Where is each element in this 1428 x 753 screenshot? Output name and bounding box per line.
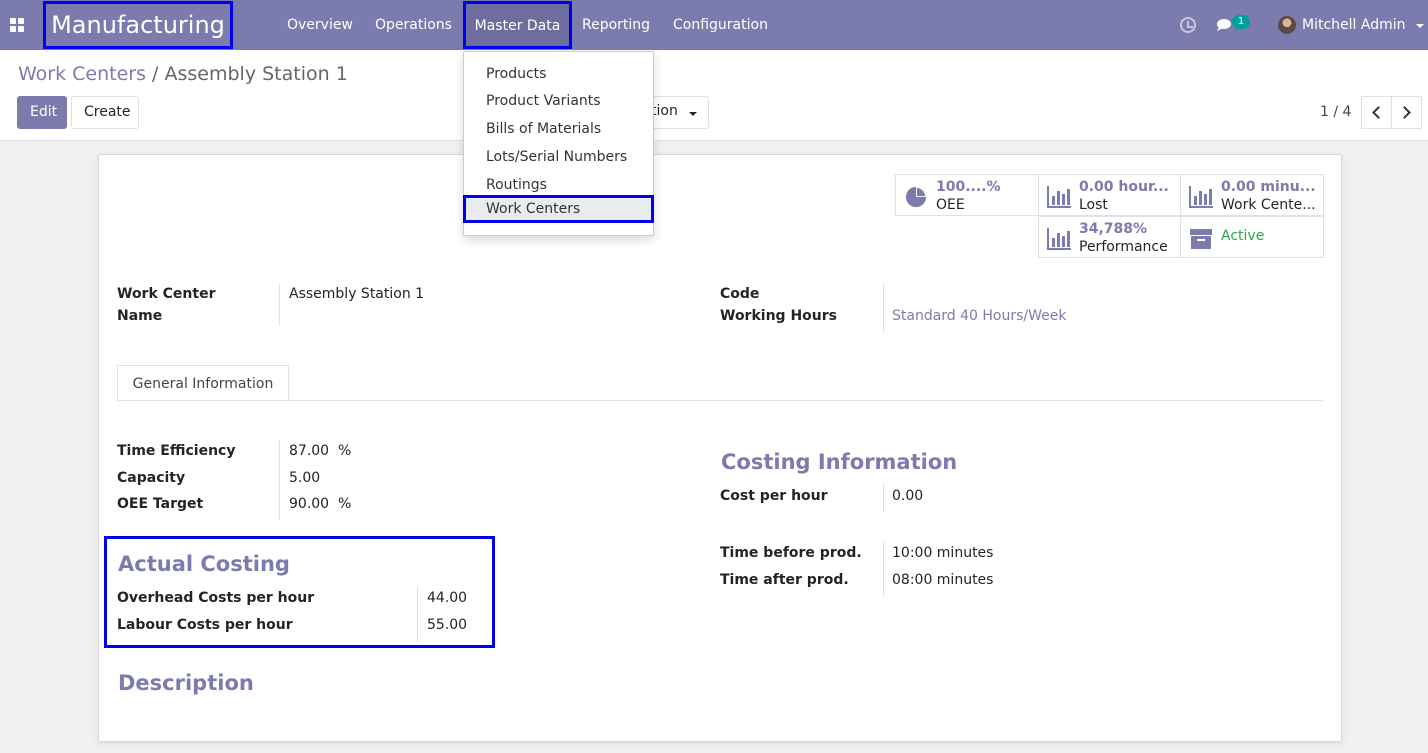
pager-next-button[interactable] xyxy=(1391,96,1422,129)
code-label: Code xyxy=(720,286,760,302)
bar-chart-icon xyxy=(1189,186,1213,208)
control-panel: Work Centers / Assembly Station 1 Edit C… xyxy=(0,50,1428,141)
oee-target-unit: % xyxy=(338,496,352,512)
breadcrumb-parent[interactable]: Work Centers xyxy=(18,63,146,85)
menu-reporting[interactable]: Reporting xyxy=(582,0,650,50)
bar-chart-icon xyxy=(1047,186,1071,208)
oee-stat-button[interactable]: 100....% OEE xyxy=(895,174,1039,216)
app-brand[interactable]: Manufacturing xyxy=(43,1,233,49)
edit-button[interactable]: Edit xyxy=(17,96,67,129)
chevron-right-icon xyxy=(1398,106,1411,119)
breadcrumb: Work Centers / Assembly Station 1 xyxy=(18,63,348,85)
dropdown-item-product-variants[interactable]: Product Variants xyxy=(464,87,653,115)
action-caret-icon xyxy=(689,112,697,116)
activity-clock-icon[interactable] xyxy=(1180,17,1196,33)
avatar[interactable] xyxy=(1278,16,1296,34)
lost-stat-button[interactable]: 0.00 hour... Lost xyxy=(1038,174,1181,216)
field-separator xyxy=(883,284,884,332)
time-before-prod-label: Time before prod. xyxy=(720,545,862,561)
working-hours-link[interactable]: Standard 40 Hours/Week xyxy=(892,308,1067,324)
load-stat-label: Work Cente... xyxy=(1221,197,1316,213)
capacity-value[interactable]: 5.00 xyxy=(289,470,320,486)
breadcrumb-current: Assembly Station 1 xyxy=(164,63,348,85)
dropdown-item-products[interactable]: Products xyxy=(464,60,653,88)
oee-target-value[interactable]: 90.00 xyxy=(289,496,329,512)
time-efficiency-unit: % xyxy=(338,443,352,459)
oee-stat-label: OEE xyxy=(936,197,965,213)
dropdown-item-bills-of-materials[interactable]: Bills of Materials xyxy=(464,115,653,143)
field-separator xyxy=(279,440,280,520)
load-stat-value: 0.00 minu... xyxy=(1221,179,1316,195)
top-navbar: Manufacturing Overview Operations Master… xyxy=(0,0,1428,50)
field-separator xyxy=(417,587,418,642)
time-efficiency-value[interactable]: 87.00 xyxy=(289,443,329,459)
menu-master-data[interactable]: Master Data xyxy=(463,1,572,49)
costing-information-title: Costing Information xyxy=(721,450,958,474)
field-separator xyxy=(883,541,884,596)
pie-chart-icon xyxy=(905,186,927,208)
master-data-dropdown: Products Product Variants Bills of Mater… xyxy=(463,51,654,236)
work-center-name-label-line2: Name xyxy=(117,308,163,324)
performance-stat-label: Performance xyxy=(1079,239,1168,255)
active-toggle-button[interactable]: Active xyxy=(1180,216,1324,258)
bar-chart-icon xyxy=(1047,228,1071,250)
chevron-left-icon xyxy=(1372,106,1385,119)
performance-stat-value: 34,788% xyxy=(1079,221,1148,237)
time-after-prod-value[interactable]: 08:00 minutes xyxy=(892,572,993,588)
field-separator xyxy=(883,484,884,512)
lost-stat-label: Lost xyxy=(1079,197,1108,213)
dropdown-item-work-centers[interactable]: Work Centers xyxy=(463,195,654,223)
performance-stat-button[interactable]: 34,788% Performance xyxy=(1038,216,1181,258)
actual-costing-title: Actual Costing xyxy=(118,552,290,576)
lost-stat-value: 0.00 hour... xyxy=(1079,179,1169,195)
tab-divider xyxy=(117,400,1323,401)
oee-stat-value: 100....% xyxy=(936,179,1001,195)
work-center-name-label-line1: Work Center xyxy=(117,286,216,302)
dropdown-item-lots-serial-numbers[interactable]: Lots/Serial Numbers xyxy=(464,143,653,171)
overhead-costs-label: Overhead Costs per hour xyxy=(117,590,315,606)
chat-badge: 1 xyxy=(1232,15,1250,29)
menu-configuration[interactable]: Configuration xyxy=(673,0,768,50)
archive-icon xyxy=(1190,229,1212,249)
work-center-name-value[interactable]: Assembly Station 1 xyxy=(289,286,424,302)
action-button-label: tion xyxy=(651,103,678,119)
field-separator xyxy=(279,284,280,326)
active-label: Active xyxy=(1221,228,1265,244)
menu-operations[interactable]: Operations xyxy=(375,0,452,50)
tab-general-information[interactable]: General Information xyxy=(117,365,289,401)
menu-overview[interactable]: Overview xyxy=(287,0,353,50)
description-title: Description xyxy=(118,671,254,695)
cost-per-hour-value[interactable]: 0.00 xyxy=(892,488,923,504)
time-efficiency-label: Time Efficiency xyxy=(117,443,236,459)
create-button[interactable]: Create xyxy=(71,96,139,129)
cost-per-hour-label: Cost per hour xyxy=(720,488,828,504)
labour-costs-label: Labour Costs per hour xyxy=(117,617,293,633)
time-before-prod-value[interactable]: 10:00 minutes xyxy=(892,545,993,561)
breadcrumb-separator: / xyxy=(152,63,159,85)
apps-grid-icon[interactable] xyxy=(10,18,24,32)
load-stat-button[interactable]: 0.00 minu... Work Cente... xyxy=(1180,174,1324,216)
working-hours-label: Working Hours xyxy=(720,308,837,324)
labour-costs-value[interactable]: 55.00 xyxy=(427,617,467,633)
pager-value[interactable]: 1 / 4 xyxy=(1320,104,1351,120)
pager-previous-button[interactable] xyxy=(1361,96,1392,129)
capacity-label: Capacity xyxy=(117,470,186,486)
overhead-costs-value[interactable]: 44.00 xyxy=(427,590,467,606)
time-after-prod-label: Time after prod. xyxy=(720,572,849,588)
user-name[interactable]: Mitchell Admin xyxy=(1302,0,1406,50)
user-caret-icon[interactable] xyxy=(1416,24,1424,28)
oee-target-label: OEE Target xyxy=(117,496,204,512)
